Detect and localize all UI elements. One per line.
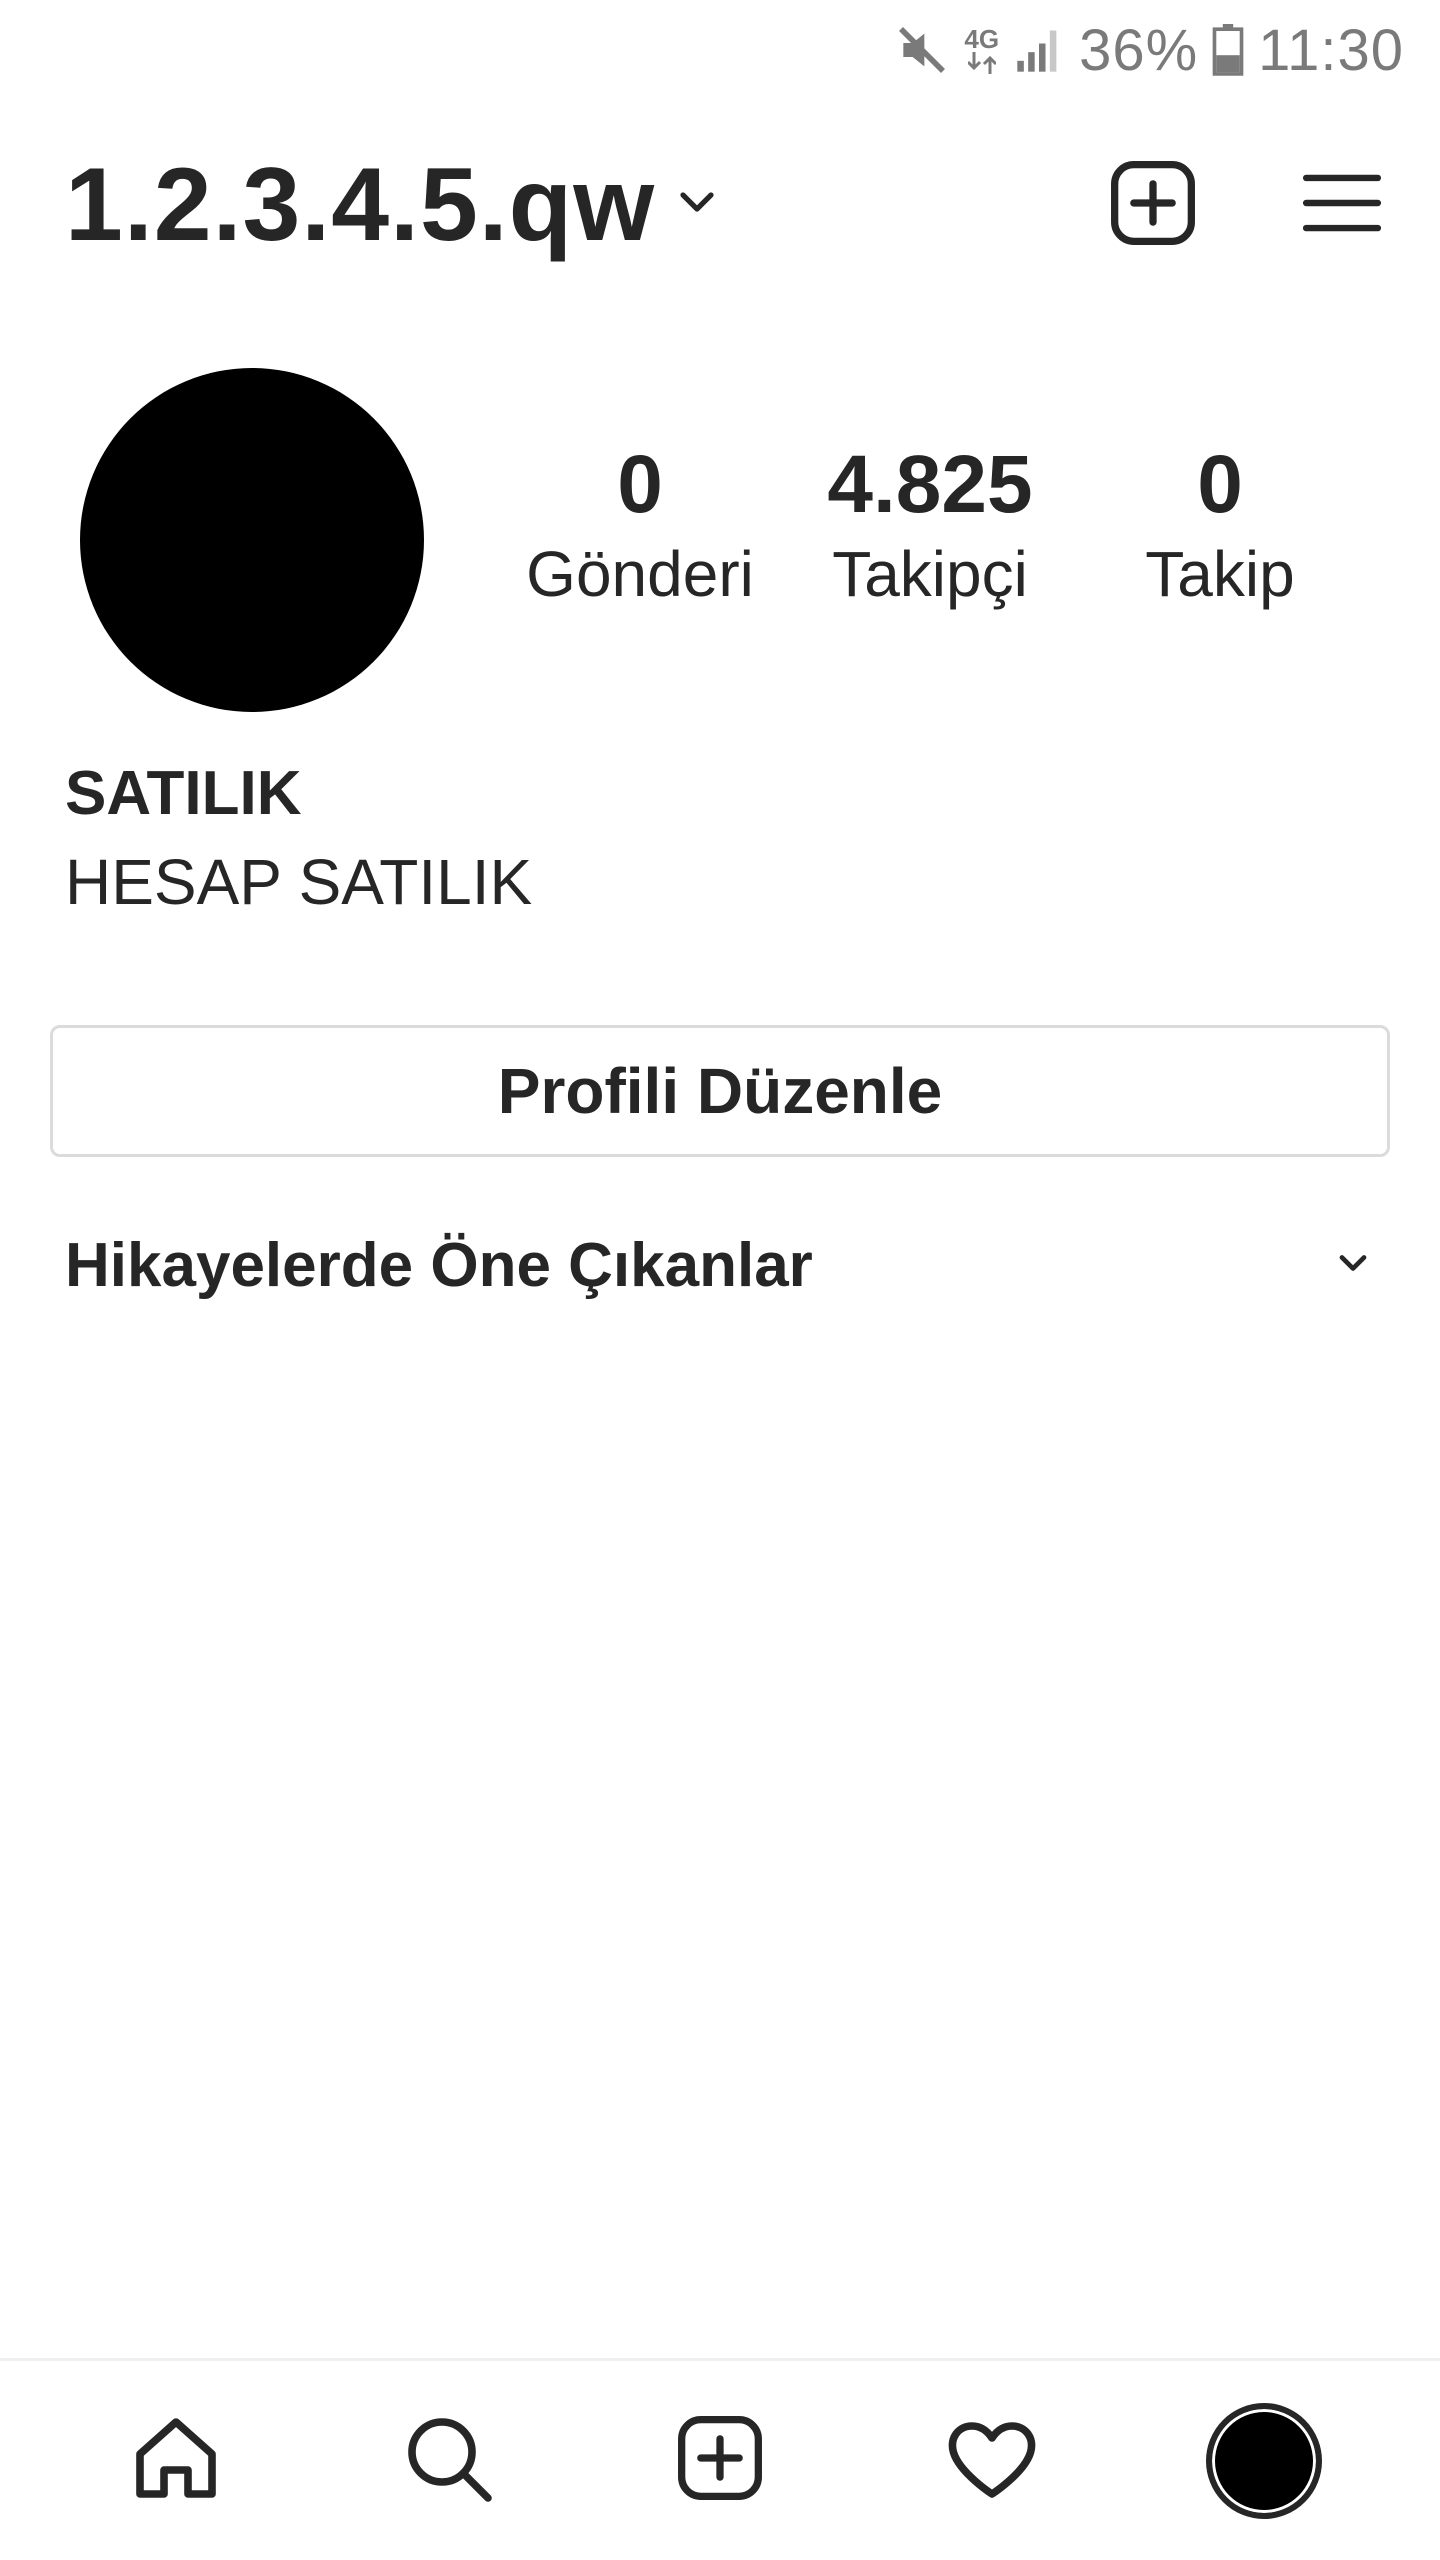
stat-label: Takip [1145,538,1295,611]
chevron-down-icon [673,179,721,232]
highlights-title: Hikayelerde Öne Çıkanlar [65,1230,813,1300]
profile-bio: HESAP SATILIK [65,846,533,918]
mute-icon [894,22,950,78]
stat-value: 0 [1197,439,1243,530]
profile-display-name: SATILIK [65,759,302,828]
network-4g-icon: 4G [964,26,999,74]
chevron-down-icon [1331,1241,1375,1290]
stat-value: 4.825 [827,439,1033,530]
home-icon [128,2410,224,2511]
nav-activity[interactable] [922,2391,1062,2531]
stat-posts[interactable]: 0 Gönderi [500,439,780,613]
search-icon [400,2410,496,2511]
stat-label: Takipçi [832,538,1028,611]
profile-screen: 4G 36% 11:30 1.2.3.4.5.qw 0 Gönderi 4.82… [0,0,1440,2560]
profile-stats: 0 Gönderi 4.825 Takipçi 0 Takip [500,439,1360,613]
new-post-icon[interactable] [1107,157,1199,254]
stat-followers[interactable]: 4.825 Takipçi [780,439,1080,613]
add-post-icon [674,2412,766,2509]
profile-header: 1.2.3.4.5.qw [65,130,1395,280]
nav-profile[interactable] [1194,2391,1334,2531]
battery-icon [1212,24,1244,76]
nav-search[interactable] [378,2391,518,2531]
signal-icon [1013,24,1065,76]
clock: 11:30 [1258,17,1404,83]
battery-percent: 36% [1079,17,1199,83]
account-switcher[interactable]: 1.2.3.4.5.qw [65,146,1107,265]
status-bar: 4G 36% 11:30 [0,0,1440,100]
edit-profile-button[interactable]: Profili Düzenle [50,1025,1390,1157]
stat-value: 0 [617,439,663,530]
profile-avatar [1206,2402,1322,2519]
username: 1.2.3.4.5.qw [65,146,656,263]
menu-icon[interactable] [1299,160,1385,251]
profile-avatar[interactable] [80,368,424,712]
activity-heart-icon [944,2410,1040,2511]
stat-following[interactable]: 0 Takip [1080,439,1360,613]
bottom-navigation [0,2358,1440,2560]
nav-add-post[interactable] [650,2391,790,2531]
nav-home[interactable] [106,2391,246,2531]
stat-label: Gönderi [526,538,754,611]
story-highlights-toggle[interactable]: Hikayelerde Öne Çıkanlar [65,1220,1375,1310]
